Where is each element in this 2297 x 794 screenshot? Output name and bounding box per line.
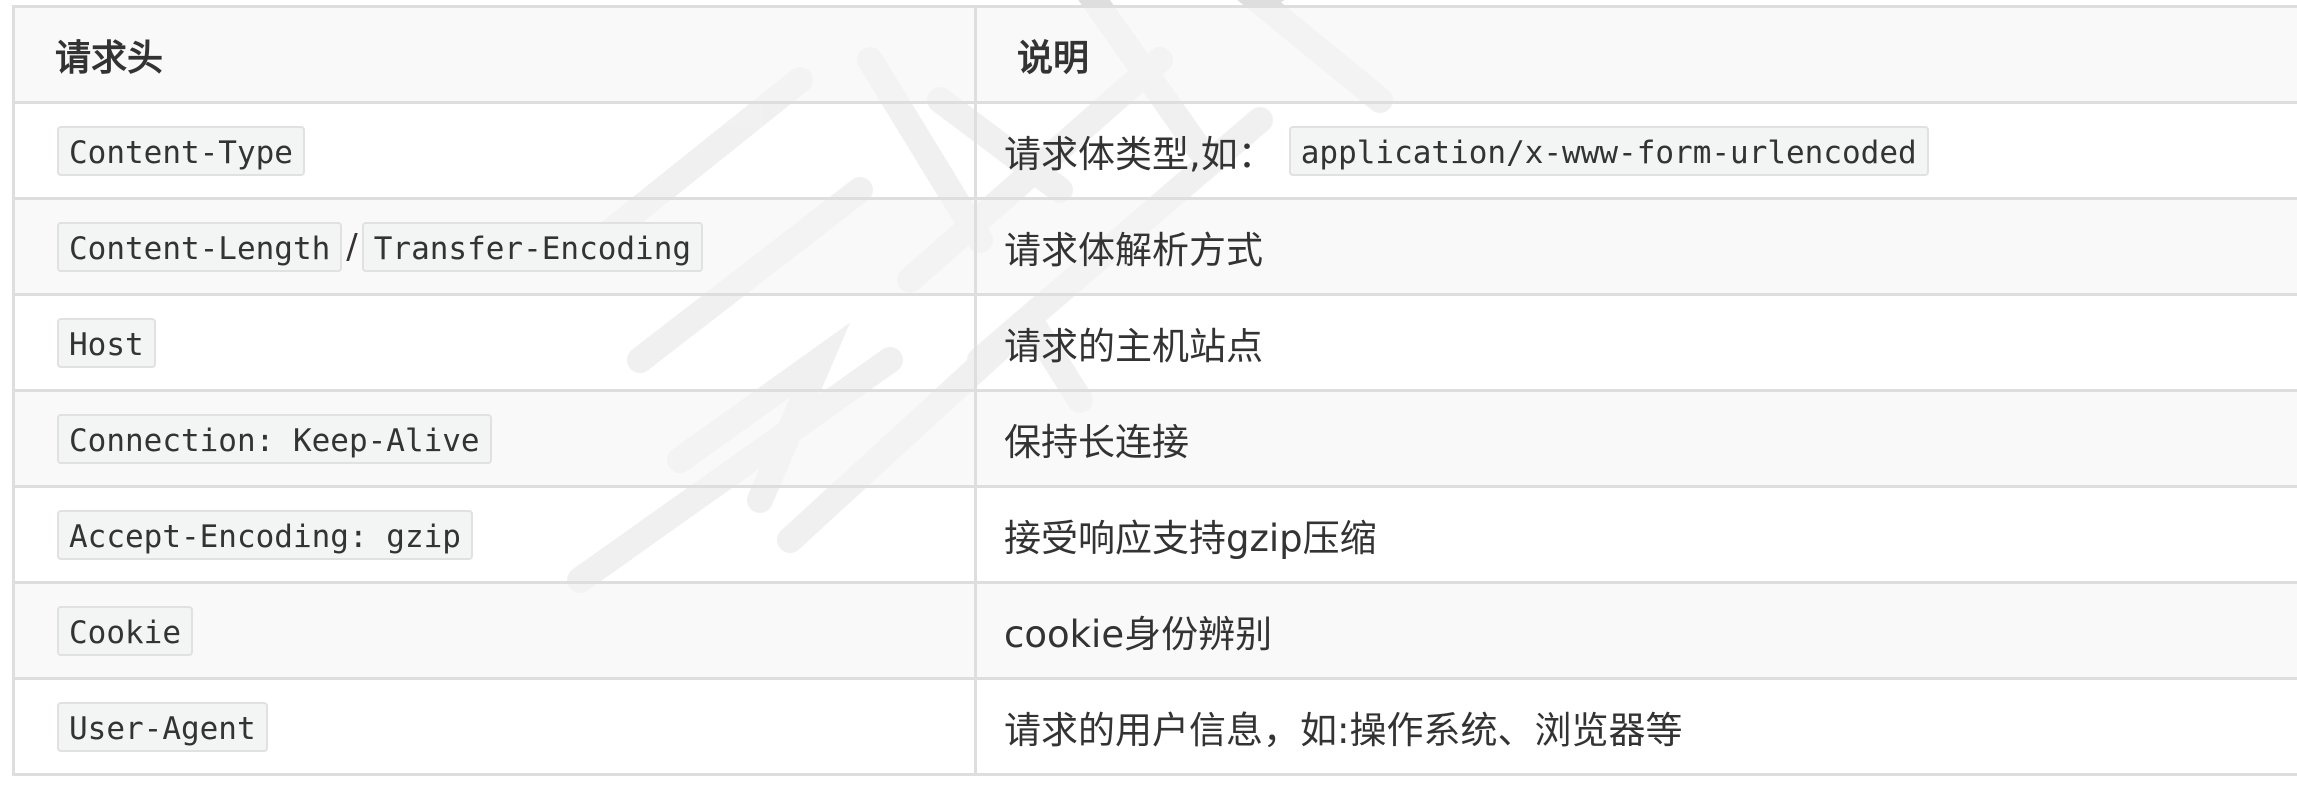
description-cell: 接受响应支持gzip压缩 bbox=[974, 485, 2297, 584]
header-code: Host bbox=[57, 317, 156, 368]
header-code-alt: Transfer-Encoding bbox=[361, 221, 704, 272]
table-row: Connection: Keep-Alive 保持长连接 bbox=[12, 389, 2297, 488]
header-cell: Host bbox=[12, 293, 977, 392]
description-cell: cookie身份辨别 bbox=[974, 581, 2297, 680]
header-code: Content-Type bbox=[57, 125, 305, 176]
header-cell: Accept-Encoding: gzip bbox=[12, 485, 977, 584]
description-cell: 请求体解析方式 bbox=[974, 197, 2297, 296]
description-cell: 请求的用户信息，如:操作系统、浏览器等 bbox=[974, 677, 2297, 776]
header-cell: Connection: Keep-Alive bbox=[12, 389, 977, 488]
header-cell: Content-Type bbox=[12, 101, 977, 200]
header-code: Content-Length bbox=[57, 221, 343, 272]
table-row: Cookie cookie身份辨别 bbox=[12, 581, 2297, 680]
description-text: cookie身份辨别 bbox=[1004, 612, 1273, 656]
description-text: 请求体解析方式 bbox=[1004, 228, 1263, 272]
description-cell: 请求的主机站点 bbox=[974, 293, 2297, 392]
http-headers-table: 请求头 说明 Content-Type 请求体类型,如： application/… bbox=[12, 5, 2297, 776]
header-code: Connection: Keep-Alive bbox=[57, 413, 492, 464]
description-text: 请求的主机站点 bbox=[1004, 324, 1263, 368]
description-cell: 请求体类型,如： application/x-www-form-urlencode… bbox=[974, 101, 2297, 200]
header-cell: Content-Length / Transfer-Encoding bbox=[12, 197, 977, 296]
header-code: Accept-Encoding: gzip bbox=[57, 509, 473, 560]
description-cell: 保持长连接 bbox=[974, 389, 2297, 488]
table-row: Content-Type 请求体类型,如： application/x-www-f… bbox=[12, 101, 2297, 200]
column-header-description: 说明 bbox=[974, 5, 2297, 104]
description-text: 接受响应支持gzip压缩 bbox=[1004, 516, 1377, 560]
header-code: User-Agent bbox=[57, 701, 268, 752]
table-row: Host 请求的主机站点 bbox=[12, 293, 2297, 392]
table-row: User-Agent 请求的用户信息，如:操作系统、浏览器等 bbox=[12, 677, 2297, 776]
header-cell: Cookie bbox=[12, 581, 977, 680]
table-row: Content-Length / Transfer-Encoding 请求体解析方式 bbox=[12, 197, 2297, 296]
description-text: 请求体类型,如： bbox=[1004, 132, 1275, 176]
document-page: 请求头 说明 Content-Type 请求体类型,如： application/… bbox=[0, 0, 2297, 794]
header-separator: / bbox=[346, 226, 358, 267]
header-cell: User-Agent bbox=[12, 677, 977, 776]
table-header-row: 请求头 说明 bbox=[12, 5, 2297, 104]
table-row: Accept-Encoding: gzip 接受响应支持gzip压缩 bbox=[12, 485, 2297, 584]
description-code: application/x-www-form-urlencoded bbox=[1288, 125, 1929, 176]
column-header-request-header: 请求头 bbox=[12, 5, 977, 104]
header-code: Cookie bbox=[57, 605, 193, 656]
description-text: 请求的用户信息，如:操作系统、浏览器等 bbox=[1004, 708, 1683, 752]
description-text: 保持长连接 bbox=[1004, 420, 1189, 464]
